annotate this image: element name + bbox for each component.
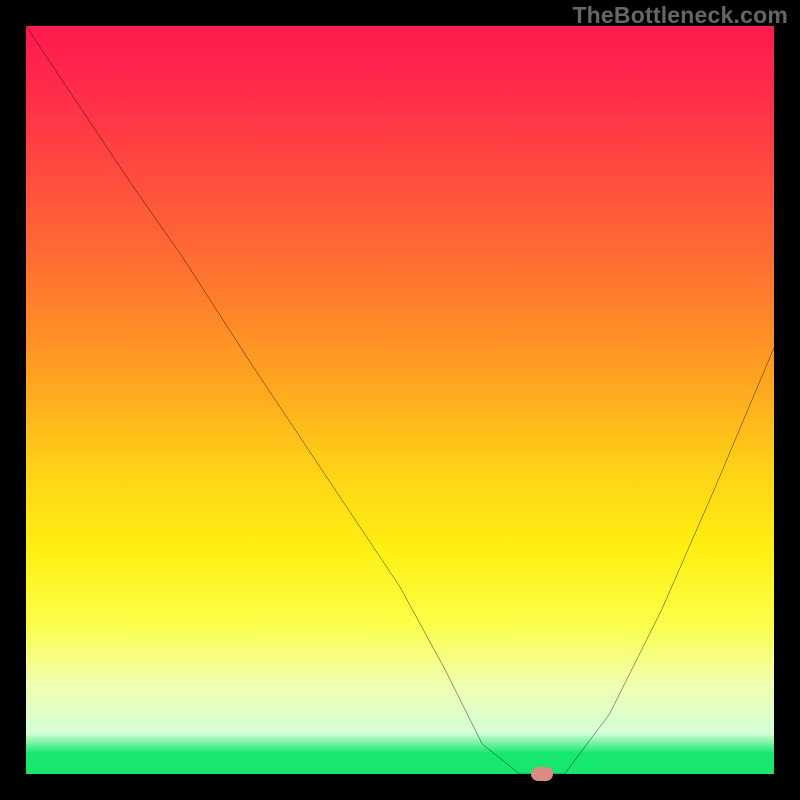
watermark-text: TheBottleneck.com bbox=[572, 2, 788, 29]
curve-path bbox=[26, 26, 774, 774]
chart-container: TheBottleneck.com bbox=[0, 0, 800, 800]
bottleneck-curve bbox=[26, 26, 774, 774]
optimal-point-marker bbox=[531, 767, 553, 781]
